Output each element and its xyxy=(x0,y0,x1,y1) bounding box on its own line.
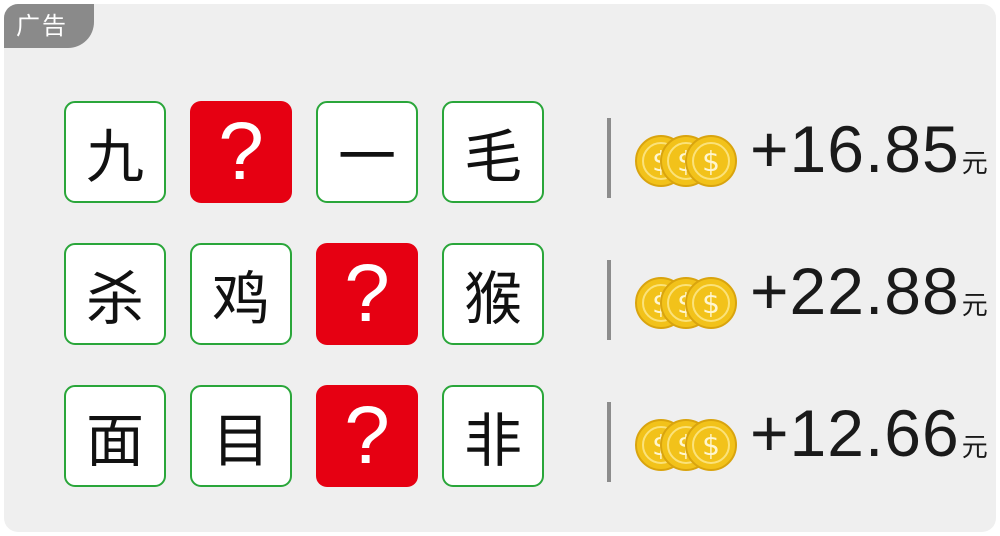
svg-text:$: $ xyxy=(702,429,720,462)
idiom-char-tile[interactable]: 目 xyxy=(190,385,292,487)
idiom-char-tile[interactable]: 猴 xyxy=(442,243,544,345)
reward-amount: +22.88元 xyxy=(750,253,988,329)
currency-unit: 元 xyxy=(961,291,988,321)
svg-text:$: $ xyxy=(702,145,720,178)
idiom-char-tile[interactable]: 非 xyxy=(442,385,544,487)
currency-unit: 元 xyxy=(961,149,988,179)
reward-value: +22.88 xyxy=(750,254,960,328)
reward-amount: +12.66元 xyxy=(750,395,988,471)
idiom-ad-card[interactable]: 广告 九 ? 一 毛 $$$ +16.85元 杀 鸡 ? 猴 $$$ +22.8… xyxy=(4,4,996,532)
idiom-char-tile[interactable]: 杀 xyxy=(64,243,166,345)
reward-value: +12.66 xyxy=(750,396,960,470)
gold-coins-icon: $$$ xyxy=(632,133,742,189)
idiom-char-tile[interactable]: 九 xyxy=(64,101,166,203)
idiom-char-tile[interactable]: 毛 xyxy=(442,101,544,203)
gold-coins-icon: $$$ xyxy=(632,275,742,331)
idiom-row: 杀 鸡 ? 猴 $$$ +22.88元 xyxy=(64,243,996,349)
idiom-char-tile[interactable]: 鸡 xyxy=(190,243,292,345)
idiom-row: 九 ? 一 毛 $$$ +16.85元 xyxy=(64,101,996,207)
idiom-char-tile[interactable]: 一 xyxy=(316,101,418,203)
row-divider xyxy=(607,260,611,340)
gold-coins-icon: $$$ xyxy=(632,417,742,473)
missing-char-tile[interactable]: ? xyxy=(316,385,418,487)
currency-unit: 元 xyxy=(961,433,988,463)
idiom-row: 面 目 ? 非 $$$ +12.66元 xyxy=(64,385,996,491)
row-divider xyxy=(607,402,611,482)
reward-value: +16.85 xyxy=(750,112,960,186)
reward-amount: +16.85元 xyxy=(750,111,988,187)
svg-text:$: $ xyxy=(702,287,720,320)
ad-label: 广告 xyxy=(4,4,94,48)
missing-char-tile[interactable]: ? xyxy=(316,243,418,345)
missing-char-tile[interactable]: ? xyxy=(190,101,292,203)
idiom-char-tile[interactable]: 面 xyxy=(64,385,166,487)
row-divider xyxy=(607,118,611,198)
